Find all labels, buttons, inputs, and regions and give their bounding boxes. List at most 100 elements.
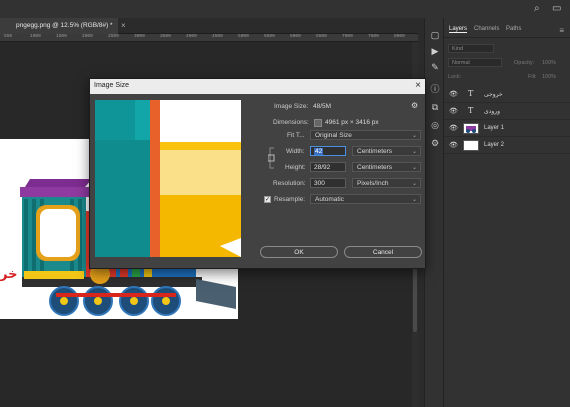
height-value: 28/92 <box>314 164 331 171</box>
width-input[interactable]: 42 <box>310 146 346 156</box>
close-tab-icon[interactable]: × <box>121 21 126 30</box>
ruler-tick-label: 7500 <box>368 34 379 39</box>
chevron-down-icon: ⌄ <box>411 197 417 203</box>
layers-panel: Layers Channels Paths ≡ Kind Normal Opac… <box>444 18 570 407</box>
ruler-tick-label: 4500 <box>212 34 223 39</box>
dimensions-label: Dimensions: <box>273 119 309 126</box>
fit-to-value: Original Size <box>315 132 352 139</box>
resolution-value: 300 <box>314 180 325 187</box>
ruler-tick-label: 8000 <box>394 34 405 39</box>
layer-name[interactable]: ورودی <box>484 108 500 115</box>
resolution-input[interactable]: 300 <box>310 178 346 188</box>
width-label: Width: <box>286 148 305 155</box>
layers-panel-tabs: Layers Channels Paths <box>444 24 570 38</box>
resample-label: Resample: <box>274 196 306 203</box>
tab-layers[interactable]: Layers <box>449 26 468 33</box>
chevron-down-icon: ⌄ <box>411 133 417 139</box>
ruler-tick-label: 4000 <box>186 34 197 39</box>
workspace-icon[interactable]: ▭ <box>552 3 561 14</box>
cancel-button[interactable]: Cancel <box>344 246 422 258</box>
layer-name[interactable]: خروجی <box>484 91 503 98</box>
visibility-eye-icon[interactable]: 👁 <box>449 107 458 115</box>
resample-select[interactable]: Automatic ⌄ <box>310 194 421 204</box>
tab-paths[interactable]: Paths <box>506 26 521 32</box>
ruler-tick-label: 2000 <box>82 34 93 39</box>
brush-icon[interactable]: ✎ <box>429 62 441 74</box>
horizontal-ruler: 550 1000 1500 2000 2500 3000 3500 4000 4500 5000 5… <box>0 34 418 42</box>
layer-row[interactable]: 👁 Layer 1 <box>444 120 570 137</box>
ruler-tick-label: 1500 <box>56 34 67 39</box>
visibility-eye-icon[interactable]: 👁 <box>449 141 458 149</box>
chevron-down-icon: ⌄ <box>411 165 417 171</box>
ok-button[interactable]: OK <box>260 246 338 258</box>
tab-channels[interactable]: Channels <box>474 26 499 32</box>
dimensions-dropdown-icon[interactable] <box>314 119 322 127</box>
info-icon[interactable]: ⓘ <box>429 82 441 94</box>
image-arabic-text: خر <box>0 267 18 282</box>
lock-label: Lock: <box>448 74 462 80</box>
opacity-value[interactable]: 100% <box>542 60 556 66</box>
text-layer-icon: T <box>468 89 474 98</box>
cancel-button-label: Cancel <box>372 249 394 256</box>
layer-name[interactable]: Layer 1 <box>484 125 504 131</box>
chevron-down-icon: ⌄ <box>411 181 417 187</box>
height-label: Height: <box>285 164 306 171</box>
layers-icon[interactable]: ⧉ <box>429 102 441 114</box>
panel-menu-icon[interactable]: ≡ <box>559 26 564 35</box>
resample-value: Automatic <box>315 196 344 203</box>
ruler-tick-label: 3000 <box>134 34 145 39</box>
ruler-tick-label: 2500 <box>108 34 119 39</box>
dialog-titlebar[interactable]: Image Size × <box>90 79 425 94</box>
gear-icon[interactable]: ⚙ <box>411 101 418 110</box>
fill-label: Fill: <box>528 74 537 80</box>
layer-thumbnail <box>463 123 479 134</box>
ruler-tick-label: 6000 <box>290 34 301 39</box>
image-preview[interactable] <box>95 100 241 257</box>
layer-row[interactable]: 👁 T ورودی <box>444 103 570 120</box>
layer-row[interactable]: 👁 T خروجی <box>444 86 570 103</box>
resolution-unit-select[interactable]: Pixels/Inch ⌄ <box>352 178 421 188</box>
ruler-tick-label: 5500 <box>264 34 275 39</box>
image-size-dialog: Image Size × Image Size: 48/5M ⚙ Dimensi… <box>89 78 426 269</box>
ruler-tick-label: 3500 <box>160 34 171 39</box>
height-input[interactable]: 28/92 <box>310 162 346 172</box>
ruler-tick-label: 6500 <box>316 34 327 39</box>
right-tools-column: ▢ ▶ ✎ ⓘ ⧉ ◎ ⚙ <box>424 18 444 407</box>
ok-button-label: OK <box>294 249 304 256</box>
layer-name[interactable]: Layer 2 <box>484 142 504 148</box>
top-menu-bar: ⌕ ▭ <box>0 0 570 18</box>
search-icon[interactable]: ⌕ <box>534 3 540 14</box>
ruler-tick-label: 550 <box>4 34 13 39</box>
layer-thumbnail <box>463 140 479 151</box>
layer-filter-kind[interactable]: Kind <box>448 44 494 53</box>
image-size-value: 48/5M <box>313 103 332 110</box>
dimensions-value: 4961 px × 3416 px <box>325 119 379 126</box>
height-unit-select[interactable]: Centimeters ⌄ <box>352 162 421 172</box>
document-tab-bar: pngegg.png @ 12.5% (RGB/8#) * × <box>0 18 418 34</box>
visibility-eye-icon[interactable]: 👁 <box>449 90 458 98</box>
resolution-unit-value: Pixels/Inch <box>357 180 389 187</box>
blend-mode-value: Normal <box>452 60 470 66</box>
filter-kind-label: Kind <box>452 46 464 52</box>
layer-row[interactable]: 👁 Layer 2 <box>444 137 570 154</box>
ruler-tick-label: 1000 <box>30 34 41 39</box>
tool-1-icon[interactable]: ▢ <box>429 30 441 42</box>
document-tab[interactable]: pngegg.png @ 12.5% (RGB/8#) * <box>0 18 118 34</box>
visibility-eye-icon[interactable]: 👁 <box>449 124 458 132</box>
blend-mode-select[interactable]: Normal <box>448 58 502 67</box>
fill-value[interactable]: 100% <box>542 74 556 80</box>
close-icon[interactable]: × <box>415 80 421 91</box>
resample-checkbox[interactable]: ✓ <box>264 196 271 203</box>
image-size-label: Image Size: <box>274 103 309 110</box>
play-icon[interactable]: ▶ <box>429 46 441 58</box>
fit-to-select[interactable]: Original Size ⌄ <box>310 130 421 140</box>
width-unit-select[interactable]: Centimeters ⌄ <box>352 146 421 156</box>
opacity-label: Opacity: <box>514 60 535 66</box>
adjust-icon[interactable]: ◎ <box>429 120 441 132</box>
dialog-title: Image Size <box>94 82 130 89</box>
chevron-down-icon: ⌄ <box>411 149 417 155</box>
link-constrain-icon[interactable] <box>268 147 278 169</box>
ruler-tick-label: 7000 <box>342 34 353 39</box>
width-value: 42 <box>314 148 324 155</box>
settings-icon[interactable]: ⚙ <box>429 138 441 150</box>
